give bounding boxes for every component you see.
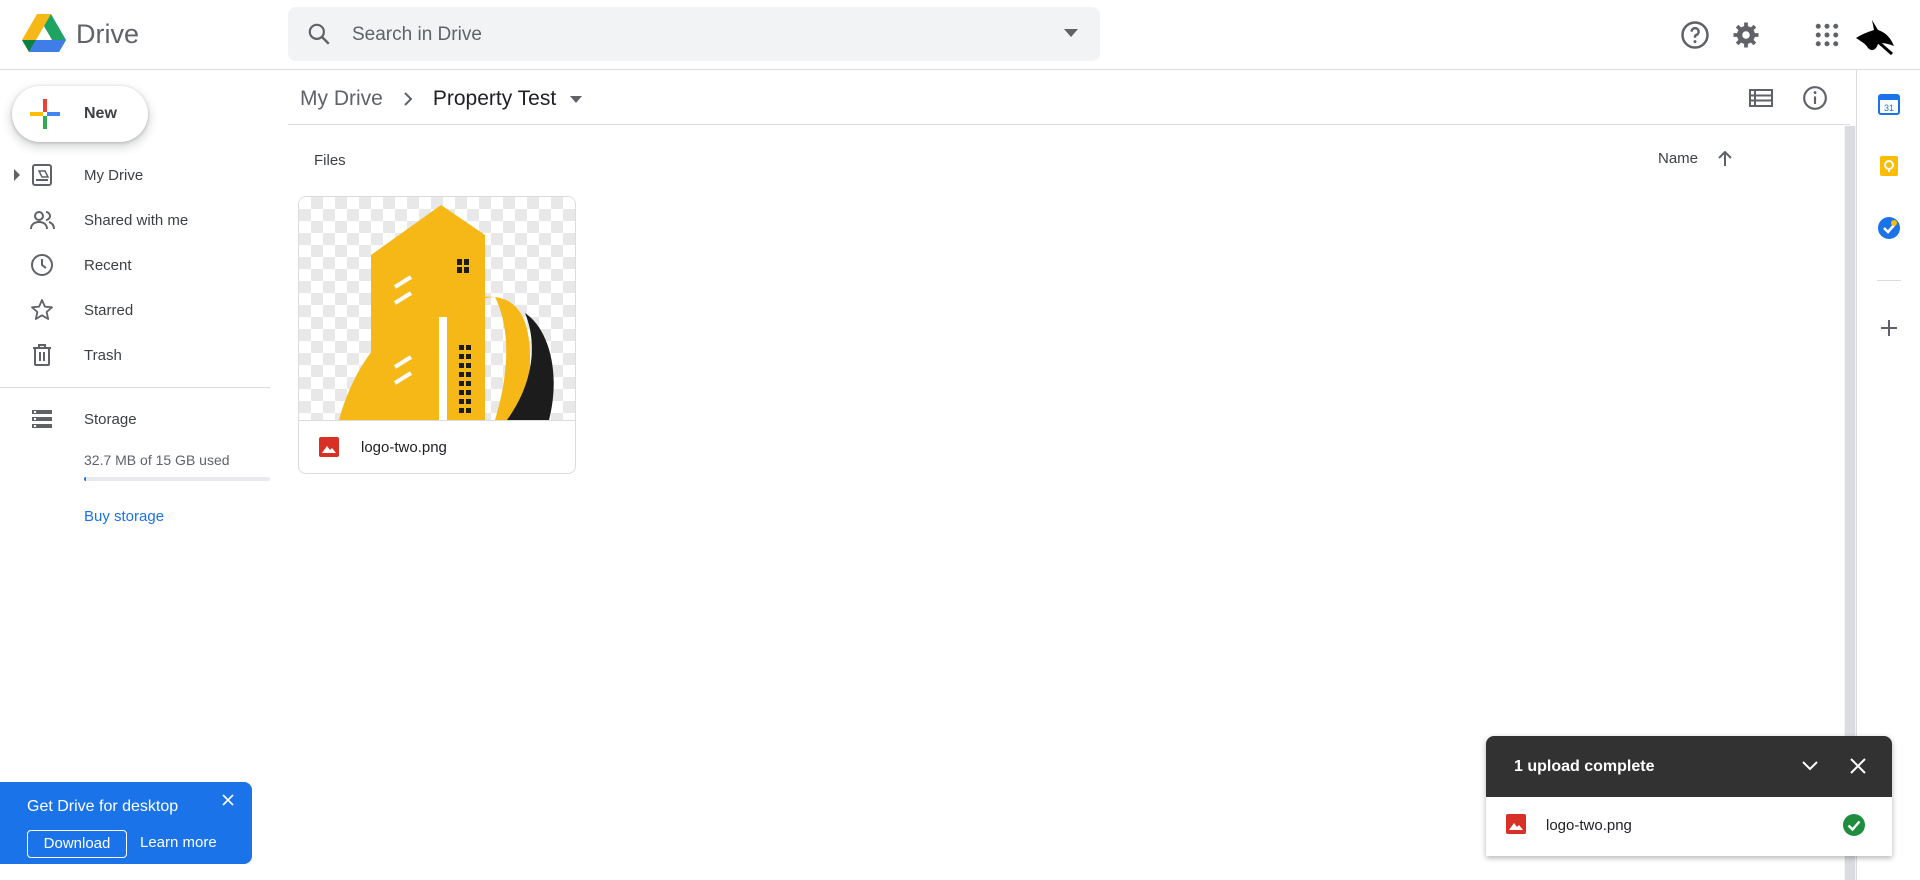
- sidebar-item-my-drive[interactable]: My Drive: [0, 155, 272, 195]
- app-name: Drive: [76, 18, 140, 49]
- info-icon[interactable]: [1802, 85, 1828, 111]
- breadcrumb-root[interactable]: My Drive: [300, 87, 383, 111]
- plus-icon: [30, 99, 60, 129]
- new-button-label: New: [84, 105, 117, 122]
- file-info: logo-two.png: [299, 420, 575, 473]
- drive-logo-icon: [22, 14, 66, 52]
- sidebar-item-starred[interactable]: Starred: [0, 290, 272, 330]
- upload-status-panel: 1 upload complete logo-two.png: [1486, 736, 1892, 856]
- sidebar-item-trash[interactable]: Trash: [0, 335, 272, 375]
- star-icon: [31, 299, 53, 320]
- breadcrumb: My Drive Property Test: [300, 84, 583, 114]
- storage-progress-bar: [84, 477, 270, 481]
- my-drive-icon: [32, 164, 52, 186]
- avatar[interactable]: [1852, 12, 1898, 58]
- files-section-label: Files: [314, 152, 346, 169]
- check-circle-icon: [1843, 814, 1865, 836]
- clock-icon: [31, 254, 53, 276]
- storage-icon: [32, 410, 52, 428]
- side-panel-divider: [1877, 280, 1901, 281]
- search-bar[interactable]: Search in Drive: [288, 7, 1100, 61]
- drive-logo[interactable]: Drive: [22, 14, 139, 54]
- new-button[interactable]: New: [12, 86, 148, 142]
- file-thumbnail: [299, 197, 575, 420]
- desktop-promo-banner: Get Drive for desktop Download Learn mor…: [0, 782, 252, 864]
- file-card[interactable]: logo-two.png: [298, 196, 576, 474]
- storage-progress-fill: [84, 477, 86, 481]
- file-name: logo-two.png: [361, 439, 447, 456]
- add-icon[interactable]: [1877, 316, 1901, 340]
- list-view-icon[interactable]: [1748, 86, 1774, 110]
- upload-panel-title: 1 upload complete: [1514, 758, 1655, 775]
- promo-title: Get Drive for desktop: [27, 798, 179, 815]
- sort-label[interactable]: Name: [1658, 150, 1698, 167]
- sort-control[interactable]: Name: [1658, 150, 1732, 167]
- arrow-up-icon[interactable]: [1718, 150, 1732, 167]
- sidebar-item-recent[interactable]: Recent: [0, 245, 272, 285]
- upload-panel-header: 1 upload complete: [1486, 736, 1892, 797]
- building-logo-image: [339, 205, 554, 420]
- chevron-down-icon[interactable]: [1800, 756, 1820, 776]
- image-file-icon: [319, 437, 339, 457]
- storage-used-text: 32.7 MB of 15 GB used: [84, 452, 230, 468]
- storage-label[interactable]: Storage: [84, 411, 137, 428]
- learn-more-link[interactable]: Learn more: [140, 834, 217, 851]
- upload-item-name: logo-two.png: [1546, 817, 1632, 834]
- sidebar-item-label: Starred: [84, 302, 134, 319]
- sidebar-item-label: Trash: [84, 347, 122, 364]
- tasks-icon[interactable]: [1877, 216, 1901, 240]
- sidebar-item-label: My Drive: [84, 167, 144, 184]
- image-file-icon: [1506, 814, 1526, 834]
- sidebar-item-label: Shared with me: [84, 212, 189, 229]
- close-icon[interactable]: [222, 794, 234, 806]
- search-icon[interactable]: [306, 21, 332, 47]
- chevron-right-icon: [404, 92, 413, 106]
- close-icon[interactable]: [1848, 756, 1868, 776]
- calendar-icon[interactable]: 31: [1877, 92, 1901, 116]
- download-button[interactable]: Download: [27, 830, 127, 858]
- people-icon: [30, 211, 55, 230]
- toolbar-divider: [288, 124, 1850, 125]
- expand-caret-icon[interactable]: [14, 169, 20, 181]
- buy-storage-link[interactable]: Buy storage: [84, 508, 164, 525]
- app-header: Drive Search in Drive: [0, 0, 1920, 70]
- help-icon[interactable]: [1680, 20, 1710, 50]
- sidebar-item-shared-with-me[interactable]: Shared with me: [0, 200, 272, 240]
- search-input[interactable]: Search in Drive: [352, 24, 482, 46]
- sidebar-item-label: Recent: [84, 257, 132, 274]
- upload-item[interactable]: logo-two.png: [1486, 797, 1892, 856]
- keep-icon[interactable]: [1877, 154, 1901, 178]
- sidebar-divider: [0, 387, 270, 388]
- trash-icon: [33, 344, 51, 366]
- gear-icon[interactable]: [1731, 20, 1761, 50]
- breadcrumb-current[interactable]: Property Test: [433, 87, 556, 111]
- apps-icon[interactable]: [1812, 20, 1842, 50]
- search-options-chevron-down-icon[interactable]: [1064, 29, 1078, 37]
- svg-text:31: 31: [1884, 103, 1894, 113]
- folder-menu-chevron-down-icon[interactable]: [570, 95, 583, 103]
